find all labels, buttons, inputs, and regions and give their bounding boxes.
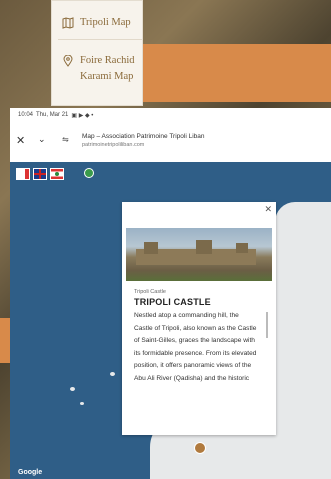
close-icon[interactable]: ✕ <box>16 134 25 147</box>
menu-item-label: Foire Rachid Karami Map <box>80 55 135 82</box>
castle-tower <box>144 242 158 254</box>
menu-item-label: Tripoli Map <box>80 17 131 28</box>
phone-screenshot: 10:04 Thu, Mar 21 ▣ ▶ ◆ • ✕ ⌄ ⇋ Map – As… <box>10 108 331 479</box>
status-time: 10:04 <box>18 112 34 118</box>
island <box>80 402 84 405</box>
page-title: Map – Association Patrimoine Tripoli Lib… <box>82 133 205 140</box>
scrollbar[interactable] <box>266 312 268 338</box>
island <box>70 387 75 391</box>
place-description: Nestled atop a commanding hill, the Cast… <box>134 312 257 382</box>
menu-item-foire-map[interactable]: Foire Rachid Karami Map <box>62 53 152 85</box>
place-category: Tripoli Castle <box>134 289 166 295</box>
map-marker[interactable] <box>84 168 94 178</box>
status-bar: 10:04 Thu, Mar 21 ▣ ▶ ◆ • <box>10 108 331 122</box>
page-url: patrimoinetripoliliban.com <box>82 142 145 148</box>
map-view[interactable]: ✕ Tripoli Castle TRIPOLI CASTLE Nestled … <box>10 162 331 479</box>
place-info-card: ✕ Tripoli Castle TRIPOLI CASTLE Nestled … <box>122 202 276 435</box>
menu-item-tripoli-map[interactable]: Tripoli Map <box>62 15 131 31</box>
castle-photo <box>126 228 272 281</box>
lebanon-flag-icon[interactable] <box>50 168 64 180</box>
map-dropdown-menu: Tripoli Map Foire Rachid Karami Map <box>51 0 143 106</box>
status-date: Thu, Mar 21 <box>36 112 69 118</box>
menu-divider <box>58 39 142 40</box>
english-flag-icon[interactable] <box>33 168 47 180</box>
google-logo: Google <box>18 469 43 476</box>
land-area <box>275 202 331 372</box>
location-pin-icon <box>63 55 73 67</box>
map-pin[interactable] <box>194 442 206 454</box>
map-icon <box>62 17 74 29</box>
chevron-down-icon[interactable]: ⌄ <box>38 134 46 145</box>
background-accent-block <box>140 44 331 102</box>
browser-toolbar: ✕ ⌄ ⇋ Map – Association Patrimoine Tripo… <box>10 122 331 163</box>
french-flag-icon[interactable] <box>16 168 30 180</box>
castle-tower <box>236 243 248 253</box>
island <box>110 372 115 376</box>
close-icon[interactable]: ✕ <box>264 204 272 215</box>
language-switcher <box>16 168 64 180</box>
castle-tower <box>196 240 212 254</box>
site-settings-icon[interactable]: ⇋ <box>62 135 69 144</box>
notification-icons: ▣ ▶ ◆ • <box>71 112 94 119</box>
place-title: TRIPOLI CASTLE <box>134 297 211 307</box>
